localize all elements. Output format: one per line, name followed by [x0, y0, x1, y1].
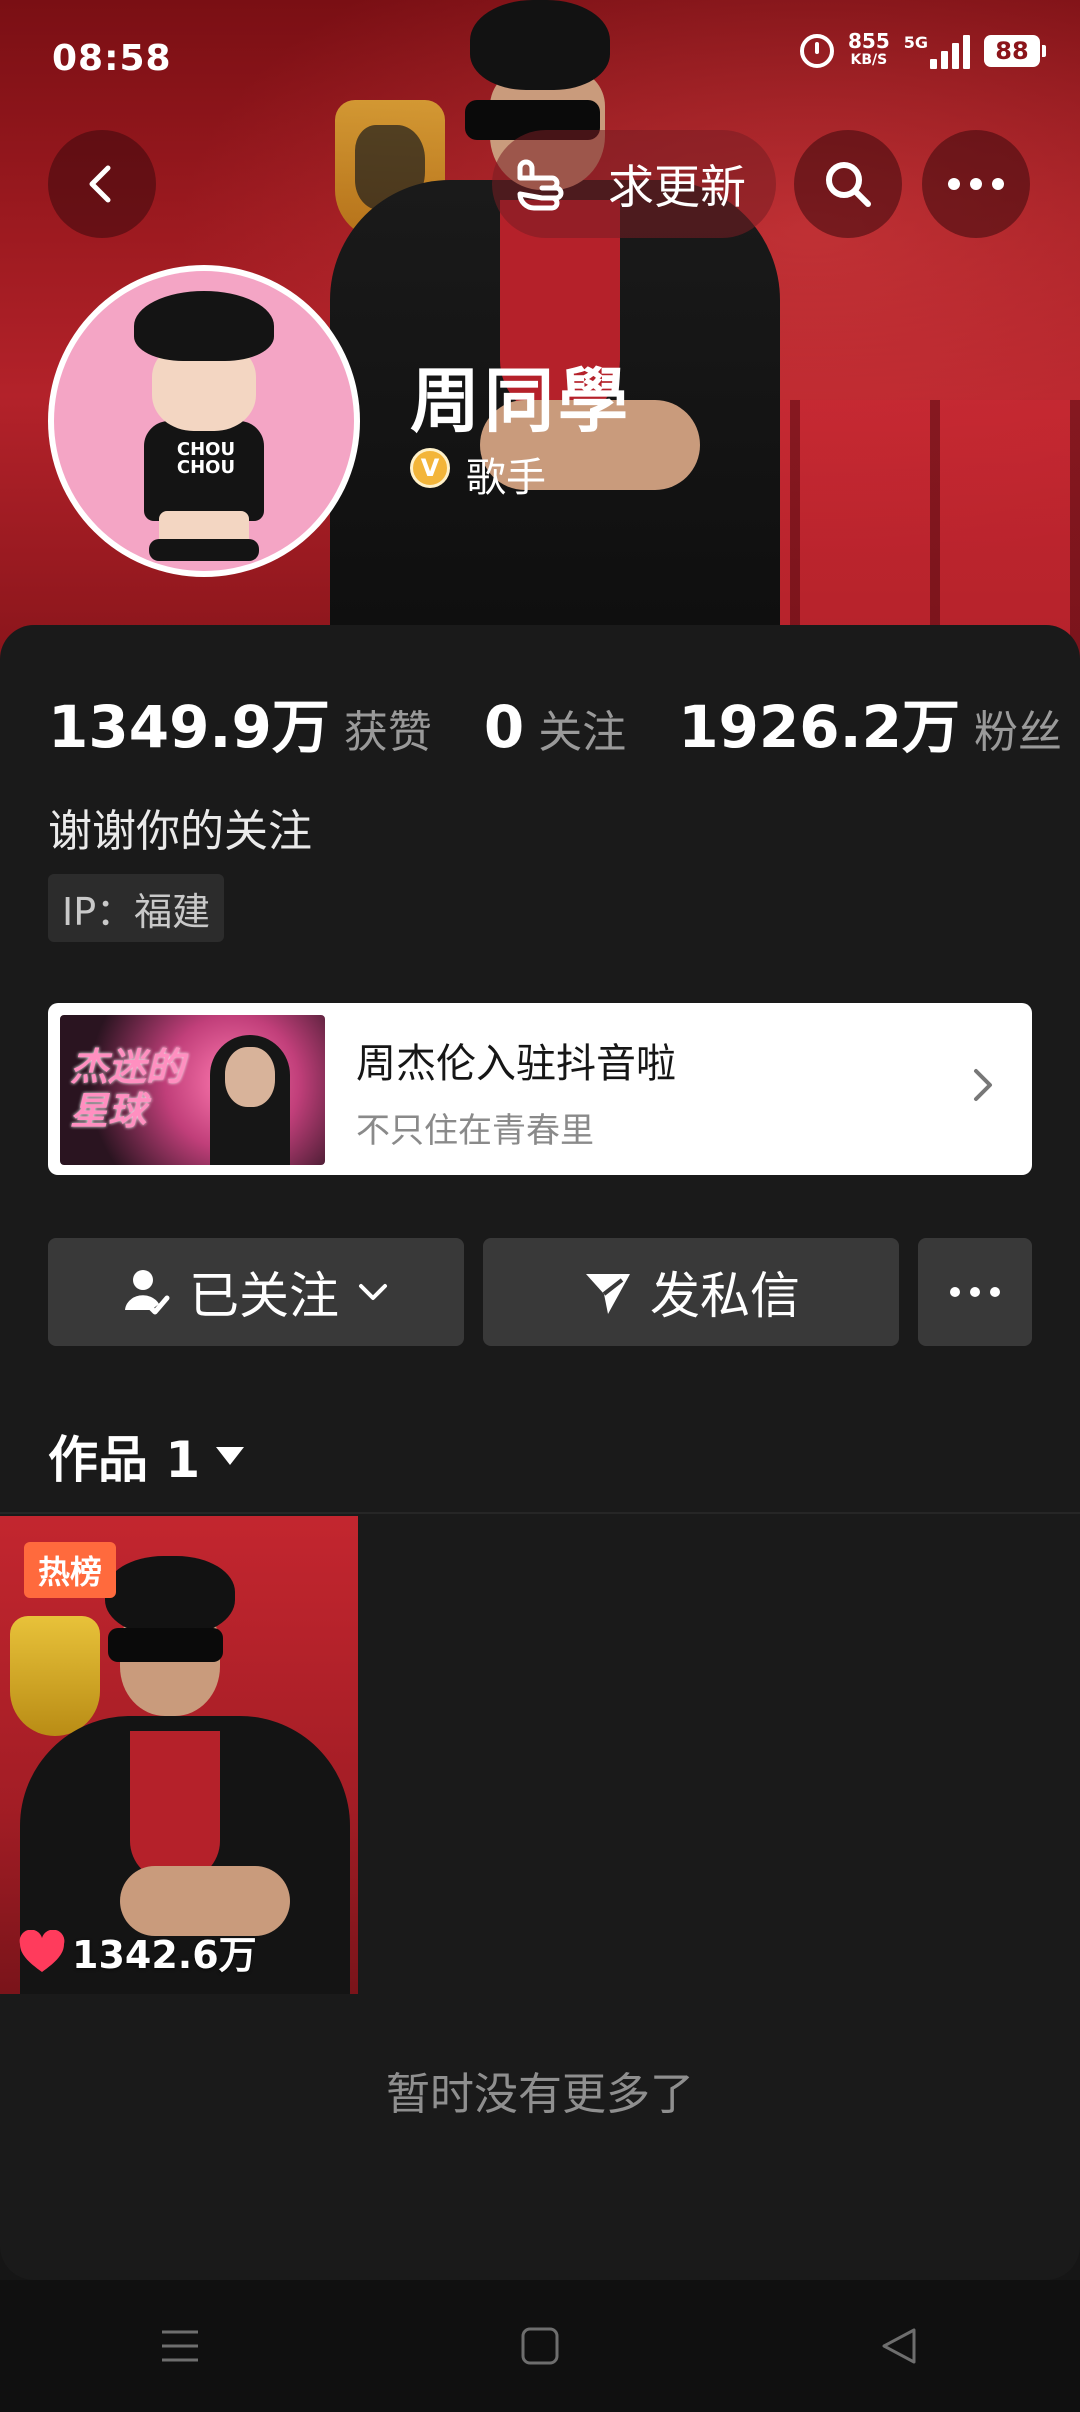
profile-name: 周同學 [410, 360, 632, 442]
following-button-label: 已关注 [189, 1267, 339, 1325]
send-message-label: 发私信 [650, 1267, 800, 1325]
thumb-person-hair [105, 1556, 235, 1636]
video-thumbnail[interactable]: 热榜 1342.6万 [0, 1516, 358, 1994]
end-of-list-text: 暂时没有更多了 [386, 2069, 694, 2120]
back-triangle-icon[interactable] [880, 2326, 920, 2366]
alarm-icon [799, 34, 834, 68]
more-options-button[interactable] [922, 130, 1030, 238]
request-update-label: 求更新 [608, 160, 746, 214]
thumb-person-sunglasses [108, 1628, 223, 1662]
more-icon [950, 1287, 1000, 1297]
following-label: 关注 [538, 707, 627, 758]
thumb-person-shirt [130, 1731, 220, 1881]
more-icon [948, 178, 1004, 190]
system-navigation-bar [0, 2280, 1080, 2412]
battery-icon: 88 [984, 35, 1046, 67]
signal-icon: 5G [904, 33, 970, 69]
network-speed: 855 KB/S [847, 29, 890, 68]
profile-stats: 1349.9万 获赞 0 关注 1926.2万 粉丝 [48, 680, 1062, 764]
user-check-icon [125, 1270, 170, 1315]
following-count[interactable]: 0 [484, 693, 524, 761]
likes-label: 获赞 [343, 707, 432, 758]
followers-count[interactable]: 1926.2万 [678, 680, 960, 764]
tab-works[interactable]: 作品 1 [48, 1420, 246, 1492]
following-button[interactable]: 已关注 [48, 1238, 464, 1346]
heart-icon [19, 1929, 65, 1972]
cover-person-hair [470, 0, 610, 90]
avatar-figure-shoes [149, 539, 259, 561]
search-icon [826, 162, 871, 207]
banner-person-face [225, 1047, 275, 1107]
video-likes-count: 1342.6万 [72, 1933, 257, 1977]
likes-count[interactable]: 1349.9万 [48, 680, 330, 764]
chevron-right-icon [974, 1069, 992, 1101]
status-icons: 855 KB/S 5G 88 [799, 29, 1046, 70]
chevron-left-icon [89, 165, 111, 203]
followers-label: 粉丝 [974, 707, 1063, 758]
promo-banner-image: 杰迷的星球 [60, 1015, 325, 1165]
status-time: 08:58 [52, 38, 172, 79]
chevron-down-icon [359, 1284, 387, 1300]
banner-subtitle: 不只住在青春里 [356, 1111, 594, 1151]
search-button[interactable] [794, 130, 902, 238]
profile-bio: 谢谢你的关注 [48, 806, 312, 857]
request-update-button[interactable]: 求更新 [492, 130, 776, 238]
avatar-shirt-text: CHOU CHOU [176, 439, 236, 478]
promo-banner[interactable]: 杰迷的星球 周杰伦入驻抖音啦 不只住在青春里 [48, 1003, 1032, 1175]
banner-title: 周杰伦入驻抖音啦 [356, 1041, 676, 1087]
avatar[interactable]: CHOU CHOU [48, 265, 360, 577]
back-button[interactable] [48, 130, 156, 238]
send-message-button[interactable]: 发私信 [483, 1238, 899, 1346]
thumb-logo [10, 1616, 100, 1736]
send-icon [586, 1274, 630, 1314]
menu-icon[interactable] [160, 2328, 200, 2364]
tab-works-label: 作品 1 [48, 1431, 201, 1489]
pointing-hand-icon [517, 159, 564, 211]
hot-badge: 热榜 [24, 1542, 116, 1598]
ip-location-tag: IP：福建 [48, 874, 225, 942]
video-likes: 1342.6万 [18, 1924, 257, 1979]
verified-label: 歌手 [466, 455, 546, 501]
more-actions-button[interactable] [918, 1238, 1032, 1346]
banner-image-text: 杰迷的星球 [70, 1045, 185, 1133]
tab-divider [0, 1512, 1080, 1514]
home-icon[interactable] [520, 2326, 560, 2366]
verified-badge-icon: V [410, 448, 450, 488]
avatar-figure-hair [134, 291, 274, 361]
caret-down-icon [216, 1447, 245, 1465]
